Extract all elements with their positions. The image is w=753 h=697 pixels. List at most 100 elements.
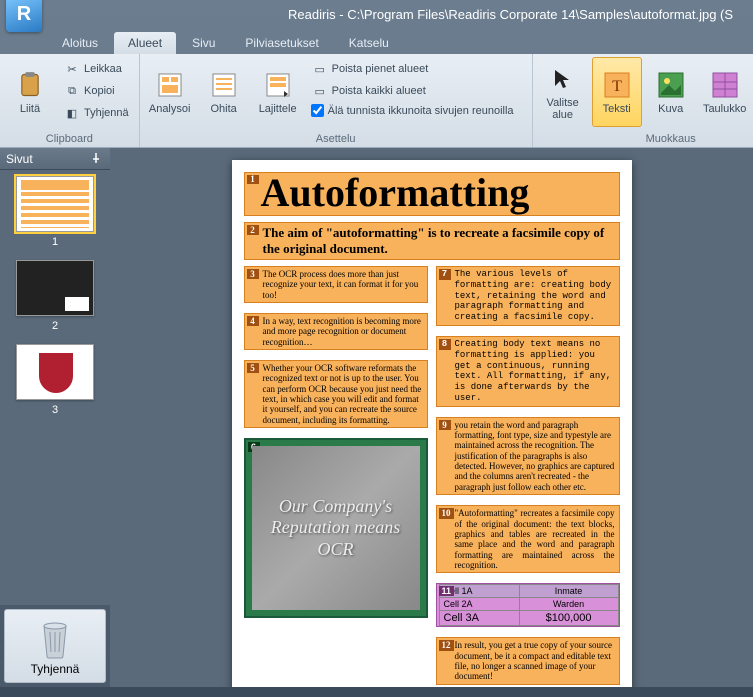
zone-12[interactable]: 12In result, you get a true copy of your… — [436, 637, 620, 684]
group-layout-label: Asettelu — [145, 131, 527, 147]
select-area-button[interactable]: Valitse alue — [538, 57, 588, 127]
group-clipboard: Liitä ✂Leikkaa ⧉ Kopioi ◧ Tyhjennä Clipboa… — [0, 54, 140, 147]
sort-icon — [262, 69, 294, 101]
paste-button[interactable]: Liitä — [5, 57, 55, 127]
empty-label: Tyhjennä — [11, 662, 99, 676]
zone-12-text: In result, you get a true copy of your s… — [455, 640, 612, 681]
delete-all-icon: ▭ — [312, 83, 328, 99]
status-bar — [0, 687, 753, 697]
zone-2[interactable]: 2The aim of "autoformatting" is to recre… — [244, 222, 620, 260]
table-cell: Cell 3A — [439, 611, 519, 626]
page-thumbnail-1[interactable] — [16, 176, 94, 232]
clipboard-icon — [14, 69, 46, 101]
group-layout: Analysoi Ohita Lajittele ▭ Poista pienet … — [140, 54, 533, 147]
copy-label: Kopioi — [84, 85, 115, 97]
document-page: 1Autoformatting 2The aim of "autoformatt… — [232, 160, 632, 687]
paste-label: Liitä — [20, 103, 40, 115]
copy-button[interactable]: ⧉ Kopioi — [59, 81, 134, 101]
page-thumbnails: 1 2 3 — [0, 170, 110, 605]
image-zone-label: Kuva — [658, 103, 683, 115]
pin-icon[interactable] — [90, 152, 104, 166]
cut-button[interactable]: ✂Leikkaa — [59, 59, 134, 79]
analyze-button[interactable]: Analysoi — [145, 57, 195, 127]
pages-panel: Sivut 1 2 3 Tyhjennä — [0, 148, 110, 687]
group-edit: Valitse alue TTeksti Kuva Taulukko Viiva… — [533, 54, 753, 147]
zone-7[interactable]: 7The various levels of formatting are: c… — [436, 266, 620, 326]
pages-panel-header: Sivut — [0, 148, 110, 170]
zone-11[interactable]: 11 Cell 1AInmate Cell 2AWarden Cell 3A$1… — [436, 583, 620, 627]
zone-11-table: Cell 1AInmate Cell 2AWarden Cell 3A$100,… — [439, 584, 619, 626]
group-clipboard-label: Clipboard — [5, 131, 134, 147]
zone-8[interactable]: 8Creating body text means no formatting … — [436, 336, 620, 407]
zone-10-text: "Autoformatting" recreates a facsimile c… — [455, 508, 615, 570]
ribbon: Liitä ✂Leikkaa ⧉ Kopioi ◧ Tyhjennä Clipboa… — [0, 54, 753, 148]
analyze-icon — [154, 69, 186, 101]
page-thumbnail-3[interactable] — [16, 344, 94, 400]
tab-home[interactable]: Aloitus — [48, 32, 112, 54]
tab-page[interactable]: Sivu — [178, 32, 229, 54]
copy-icon: ⧉ — [64, 83, 80, 99]
zone-10[interactable]: 10"Autoformatting" recreates a facsimile… — [436, 505, 620, 573]
delete-small-icon: ▭ — [312, 61, 328, 77]
clear-button[interactable]: ◧ Tyhjennä — [59, 103, 134, 123]
ignore-button[interactable]: Ohita — [199, 57, 249, 127]
table-cell: Warden — [519, 598, 618, 611]
page-number-2: 2 — [6, 320, 104, 332]
app-icon: R — [6, 0, 42, 32]
delete-all-label: Poista kaikki alueet — [332, 85, 426, 97]
tab-cloud[interactable]: Pilviasetukset — [231, 32, 332, 54]
title-bar: R Readiris - C:\Program Files\Readiris C… — [0, 0, 753, 28]
zone-9-text: you retain the word and paragraph format… — [455, 420, 615, 492]
table-cell: Cell 2A — [439, 598, 519, 611]
page-view[interactable]: 1Autoformatting 2The aim of "autoformatt… — [110, 148, 753, 687]
zone-8-text: Creating body text means no formatting i… — [455, 339, 612, 403]
no-windows-checkbox[interactable]: Älä tunnista ikkunoita sivujen reunoilla — [307, 103, 527, 118]
table-zone-button[interactable]: Taulukko — [700, 57, 750, 127]
empty-button[interactable]: Tyhjennä — [4, 609, 106, 683]
delete-small-zones-button[interactable]: ▭ Poista pienet alueet — [307, 59, 527, 79]
zone-1[interactable]: 1Autoformatting — [244, 172, 620, 216]
pages-panel-title: Sivut — [6, 152, 33, 166]
tab-view[interactable]: Katselu — [335, 32, 403, 54]
clear-label: Tyhjennä — [84, 107, 129, 119]
image-zone-icon — [655, 69, 687, 101]
zone-3-text: The OCR process does more than just reco… — [263, 269, 419, 300]
text-zone-label: Teksti — [603, 103, 631, 115]
table-cell: Inmate — [519, 585, 618, 598]
text-zone-button[interactable]: T Teksti — [592, 57, 642, 127]
text-zone-icon: T — [601, 69, 633, 101]
page-thumbnail-2[interactable] — [16, 260, 94, 316]
table-zone-label: Taulukko — [703, 103, 746, 115]
cut-label: Leikkaa — [84, 63, 122, 75]
page-number-1: 1 — [6, 236, 104, 248]
sort-button[interactable]: Lajittele — [253, 57, 303, 127]
zone-6-image: Our Company's Reputation means OCR — [252, 446, 420, 610]
no-windows-check-input[interactable] — [311, 104, 324, 117]
zone-5[interactable]: 5Whether your OCR software reformats the… — [244, 360, 428, 428]
table-zone-icon — [709, 69, 741, 101]
image-zone-button[interactable]: Kuva — [646, 57, 696, 127]
delete-small-label: Poista pienet alueet — [332, 63, 429, 75]
zone-4[interactable]: 4In a way, text recognition is becoming … — [244, 313, 428, 350]
zone-3[interactable]: 3The OCR process does more than just rec… — [244, 266, 428, 303]
zone-7-text: The various levels of formatting are: cr… — [455, 269, 612, 322]
ignore-icon — [208, 69, 240, 101]
tab-zones[interactable]: Alueet — [114, 32, 176, 54]
eraser-icon: ◧ — [64, 105, 80, 121]
select-area-label: Valitse alue — [539, 97, 587, 121]
cursor-icon — [547, 63, 579, 95]
no-windows-label: Älä tunnista ikkunoita sivujen reunoilla — [328, 105, 514, 117]
zone-1-text: Autoformatting — [261, 170, 530, 215]
page-number-3: 3 — [6, 404, 104, 416]
ribbon-tabs: Aloitus Alueet Sivu Pilviasetukset Katse… — [0, 28, 753, 54]
zone-6[interactable]: 6Our Company's Reputation means OCR — [244, 438, 428, 618]
zone-9[interactable]: 9you retain the word and paragraph forma… — [436, 417, 620, 495]
window-title: Readiris - C:\Program Files\Readiris Cor… — [288, 7, 733, 22]
delete-all-zones-button[interactable]: ▭ Poista kaikki alueet — [307, 81, 527, 101]
zone-4-text: In a way, text recognition is becoming m… — [263, 316, 421, 347]
sort-label: Lajittele — [259, 103, 297, 115]
zone-2-text: The aim of "autoformatting" is to recrea… — [263, 225, 605, 256]
svg-text:T: T — [612, 78, 622, 95]
zone-5-text: Whether your OCR software reformats the … — [263, 363, 422, 425]
table-cell: $100,000 — [519, 611, 618, 626]
